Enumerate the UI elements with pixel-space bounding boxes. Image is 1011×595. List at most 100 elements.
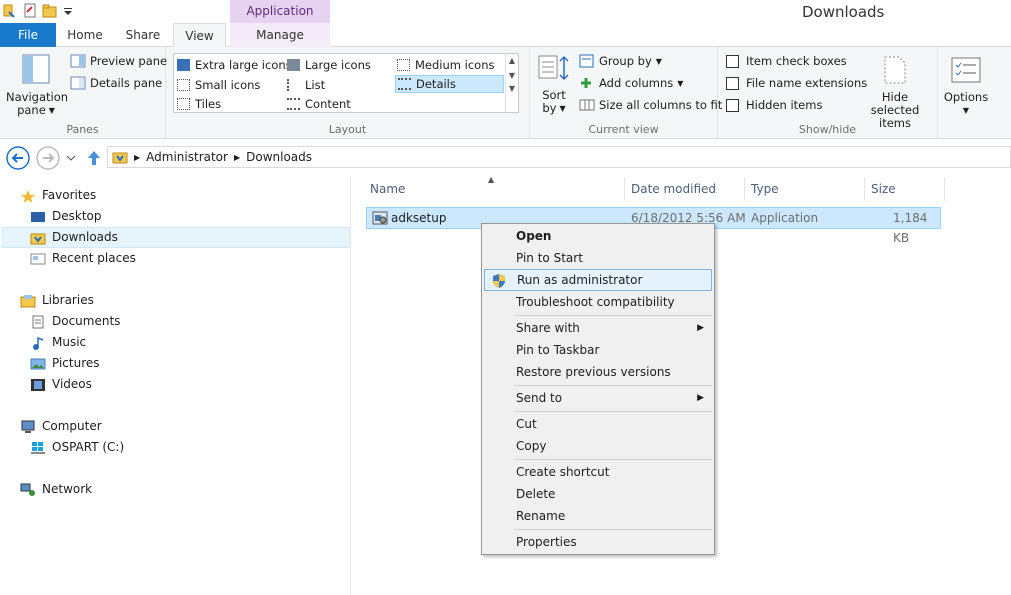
nav-recent-places-label: Recent places <box>52 251 136 265</box>
sort-by-button[interactable]: Sort by ▼ <box>536 53 572 115</box>
layout-medium-icons[interactable]: Medium icons <box>397 56 494 74</box>
ribbon: Navigation pane ▼ Preview pane Details pa… <box>0 47 1011 139</box>
details-pane-button[interactable]: Details pane <box>70 76 162 90</box>
music-note-icon <box>33 336 44 350</box>
recent-locations-chevron-icon[interactable] <box>66 153 76 163</box>
menu-share-with[interactable]: Share with ▶ <box>484 317 712 339</box>
group-by-button[interactable]: Group by ▼ <box>579 54 662 68</box>
new-folder-icon[interactable] <box>42 3 58 19</box>
menu-open[interactable]: Open <box>484 225 712 247</box>
nav-libraries-label: Libraries <box>42 293 94 307</box>
chevron-down-icon: ▼ <box>677 78 684 88</box>
menu-delete[interactable]: Delete <box>484 483 712 505</box>
chevron-down-icon: ▼ <box>655 56 662 66</box>
nav-desktop[interactable]: Desktop <box>30 206 102 227</box>
tab-share[interactable]: Share <box>114 23 172 47</box>
column-header-name[interactable]: Name <box>364 177 625 201</box>
nav-libraries[interactable]: Libraries <box>20 290 94 311</box>
application-tools-label: Application Tools <box>230 0 330 40</box>
nav-documents[interactable]: Documents <box>30 311 120 332</box>
menu-run-as-administrator[interactable]: Run as administrator <box>484 269 712 291</box>
nav-drive-c[interactable]: OSPART (C:) <box>30 437 124 458</box>
layout-large-icons[interactable]: Large icons <box>287 56 371 74</box>
chevron-down-icon: ▼ <box>48 106 55 115</box>
hidden-items-toggle[interactable]: Hidden items <box>726 98 822 112</box>
medium-icons-label: Medium icons <box>415 58 495 72</box>
breadcrumb-separator-icon[interactable]: ▶ <box>134 153 140 162</box>
layout-content[interactable]: Content <box>287 95 351 113</box>
computer-icon <box>21 420 35 433</box>
up-arrow-icon[interactable] <box>86 149 102 167</box>
large-icons-label: Large icons <box>305 58 371 72</box>
hidden-items-checkbox[interactable] <box>726 98 739 112</box>
menu-properties[interactable]: Properties <box>484 531 712 553</box>
more-layouts-icon[interactable]: ▼ <box>506 84 518 93</box>
panes-group: Navigation pane ▼ Preview pane Details pa… <box>0 47 167 139</box>
new-document-icon[interactable] <box>22 3 38 19</box>
menu-rename[interactable]: Rename <box>484 505 712 527</box>
file-name-extensions-checkbox[interactable] <box>726 76 739 90</box>
nav-music[interactable]: Music <box>30 332 86 353</box>
column-header-size[interactable]: Size <box>865 177 945 201</box>
tab-manage[interactable]: Manage <box>230 23 330 47</box>
navigation-pane: Favorites Desktop Downloads Recent place… <box>0 177 351 595</box>
layout-small-icons[interactable]: Small icons <box>177 76 260 94</box>
back-button[interactable] <box>6 146 30 170</box>
menu-copy[interactable]: Copy <box>484 435 712 457</box>
menu-pin-to-taskbar[interactable]: Pin to Taskbar <box>484 339 712 361</box>
layout-list[interactable]: List <box>287 76 325 94</box>
nav-favorites[interactable]: Favorites <box>20 185 96 206</box>
menu-restore-previous-versions[interactable]: Restore previous versions <box>484 361 712 383</box>
file-name-extensions-toggle[interactable]: File name extensions <box>726 76 867 90</box>
forward-button[interactable] <box>36 146 60 170</box>
file-name: adksetup <box>391 211 447 225</box>
hide-selected-items-button[interactable]: Hide selected items <box>858 55 932 130</box>
window-title: Downloads <box>802 3 885 21</box>
desktop-icon <box>31 211 45 222</box>
tab-home[interactable]: Home <box>56 23 114 47</box>
breadcrumb-downloads[interactable]: Downloads <box>246 150 312 164</box>
item-check-boxes-checkbox[interactable] <box>726 54 739 68</box>
size-all-columns-button[interactable]: Size all columns to fit <box>579 98 722 112</box>
current-view-group-label: Current view <box>588 123 659 136</box>
layout-details[interactable]: Details <box>395 75 504 93</box>
menu-pin-to-start[interactable]: Pin to Start <box>484 247 712 269</box>
properties-icon[interactable] <box>2 3 18 19</box>
nav-videos[interactable]: Videos <box>30 374 92 395</box>
small-icons-icon <box>177 79 190 91</box>
extra-large-icons-label: Extra large icons <box>195 58 292 72</box>
preview-pane-button[interactable]: Preview pane <box>70 54 167 68</box>
nav-downloads[interactable]: Downloads <box>1 227 350 248</box>
breadcrumb-separator-icon[interactable]: ▶ <box>234 153 240 162</box>
item-check-boxes-toggle[interactable]: Item check boxes <box>726 54 847 68</box>
menu-separator <box>514 529 712 530</box>
show-hide-group-label: Show/hide <box>798 123 857 136</box>
recent-places-icon <box>30 253 46 264</box>
panes-group-label: Panes <box>66 123 99 136</box>
menu-cut[interactable]: Cut <box>484 413 712 435</box>
column-header-date-modified[interactable]: Date modified <box>625 177 745 201</box>
nav-recent-places[interactable]: Recent places <box>30 248 136 269</box>
menu-troubleshoot-compatibility[interactable]: Troubleshoot compatibility <box>484 291 712 313</box>
breadcrumb-administrator[interactable]: Administrator <box>146 150 228 164</box>
column-header-type[interactable]: Type <box>745 177 865 201</box>
address-bar[interactable]: ▶ Administrator ▶ Downloads <box>107 146 1011 168</box>
customize-toolbar-icon[interactable] <box>62 3 78 19</box>
layout-tiles[interactable]: Tiles <box>177 95 221 113</box>
nav-network[interactable]: Network <box>20 479 92 500</box>
nav-pictures[interactable]: Pictures <box>30 353 100 374</box>
scroll-up-icon[interactable]: ▲ <box>506 56 518 65</box>
menu-send-to[interactable]: Send to ▶ <box>484 387 712 409</box>
add-columns-button[interactable]: Add columns ▼ <box>579 76 683 90</box>
layout-gallery-scrollbar[interactable]: ▲ ▼ ▼ <box>505 54 518 112</box>
hide-selected-icon <box>884 56 906 84</box>
layout-extra-large-icons[interactable]: Extra large icons <box>177 56 292 74</box>
tab-file[interactable]: File <box>0 23 56 47</box>
navigation-pane-button[interactable]: Navigation pane ▼ <box>6 53 68 117</box>
options-button[interactable]: Options ▼ <box>940 55 992 117</box>
nav-computer[interactable]: Computer <box>20 416 102 437</box>
tab-view[interactable]: View <box>173 23 226 48</box>
menu-create-shortcut[interactable]: Create shortcut <box>484 461 712 483</box>
menu-share-with-label: Share with <box>516 321 580 335</box>
scroll-down-icon[interactable]: ▼ <box>506 71 518 80</box>
